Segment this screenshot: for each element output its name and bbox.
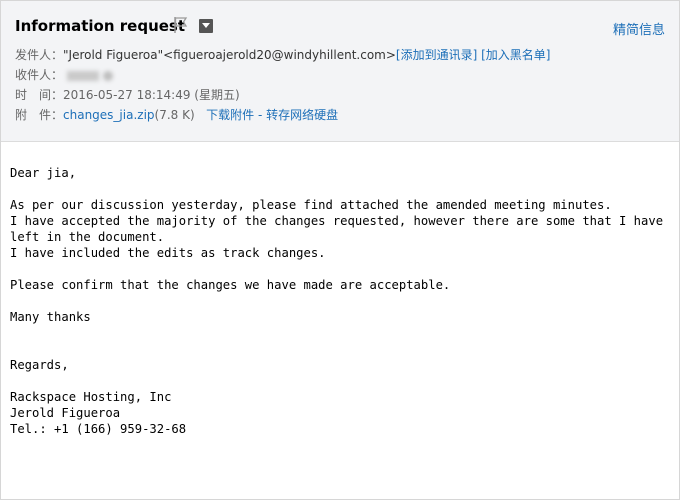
body-line [10, 261, 663, 277]
from-row: 发件人："Jerold Figueroa"<figueroajerold20@w… [15, 47, 550, 63]
body-line [10, 325, 663, 341]
sender-email: <figueroajerold20@windyhillent.com> [163, 48, 396, 62]
to-row: 收件人： [15, 67, 114, 83]
body-line [10, 293, 663, 309]
body-line: I have accepted the majority of the chan… [10, 214, 664, 228]
download-attachment-link[interactable]: 下载附件 [206, 108, 254, 122]
redacted-recipient [67, 70, 100, 81]
body-line [10, 373, 663, 389]
email-subject: Information request [15, 17, 186, 35]
body-line [10, 341, 663, 357]
attachment-size: (7.8 K) [154, 108, 195, 122]
body-line: Regards, [10, 358, 69, 372]
flag-icon[interactable] [173, 16, 189, 34]
attachment-row: 附 件：changes_jia.zip(7.8 K) 下载附件 - 转存网络硬盘 [15, 107, 338, 123]
save-to-disk-link[interactable]: 转存网络硬盘 [266, 108, 338, 122]
add-contact-link[interactable]: [添加到通讯录] [396, 48, 477, 62]
chevron-down-icon[interactable] [199, 19, 213, 33]
attachment-filename[interactable]: changes_jia.zip [63, 108, 155, 122]
body-line: Many thanks [10, 310, 91, 324]
sender-name: "Jerold Figueroa" [63, 48, 164, 62]
body-line: As per our discussion yesterday, please … [10, 198, 612, 212]
body-line: Rackspace Hosting, Inc [10, 390, 172, 404]
from-label: 发件人： [15, 48, 64, 62]
email-header: Information request 精简信息 发件人："Jerold Fig… [1, 1, 679, 142]
redacted-recipient-domain [103, 70, 114, 81]
attachment-label: 附 件： [15, 108, 64, 122]
body-line: I have included the edits as track chang… [10, 246, 326, 260]
body-line: Please confirm that the changes we have … [10, 278, 451, 292]
body-line: left in the document. [10, 230, 165, 244]
sent-time: 2016-05-27 18:14:49 (星期五) [63, 88, 240, 102]
to-label: 收件人： [15, 68, 64, 82]
body-line: Jerold Figueroa [10, 406, 121, 420]
body-line: Tel.: +1 (166) 959-32-68 [10, 422, 187, 436]
body-line: Dear jia, [10, 166, 77, 180]
attachment-separator: - [254, 108, 267, 122]
email-body: Dear jia, As per our discussion yesterday… [10, 165, 663, 437]
time-row: 时 间：2016-05-27 18:14:49 (星期五) [15, 87, 240, 103]
blacklist-link[interactable]: [加入黑名单] [481, 48, 550, 62]
time-label: 时 间： [15, 88, 64, 102]
simple-view-link[interactable]: 精简信息 [613, 19, 665, 38]
body-line [10, 181, 663, 197]
